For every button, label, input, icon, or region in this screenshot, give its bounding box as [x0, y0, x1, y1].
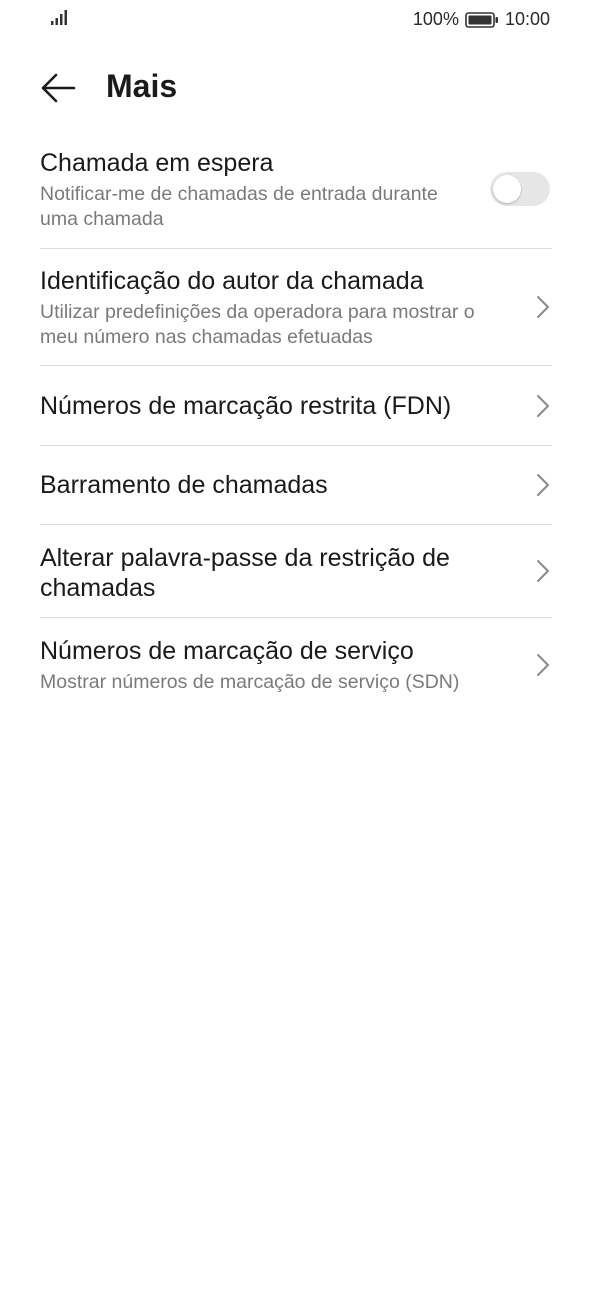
row-subtitle: Mostrar números de marcação de serviço (…: [40, 671, 460, 693]
clock: 10:00: [504, 9, 550, 29]
row-title: Números de marcação restrita (FDN): [40, 392, 452, 420]
row-subtitle: Notificar-me de chamadas de entrada dura…: [40, 183, 438, 230]
chevron-right-icon: [537, 474, 549, 496]
battery-percent: 100%: [412, 9, 459, 29]
settings-list: Chamada em espera Notificar-me de chamad…: [40, 130, 552, 711]
row-title: Chamada em espera: [40, 149, 274, 177]
signal-bars-icon: [51, 10, 67, 25]
toggle-knob: [493, 175, 521, 203]
chevron-right-icon: [537, 394, 549, 417]
row-subtitle: Utilizar predefinições da operadora para…: [40, 301, 475, 348]
chevron-right-icon: [537, 296, 549, 318]
sdn-row[interactable]: Números de marcação de serviço Mostrar n…: [40, 618, 552, 711]
battery-icon: [465, 11, 498, 28]
app-bar: Mais: [0, 60, 592, 116]
chevron-right-icon: [537, 560, 549, 582]
change-barring-password-row[interactable]: Alterar palavra-passe da restrição de ch…: [40, 525, 552, 618]
status-right: 100% 10:00: [413, 9, 550, 30]
status-bar: 100% 10:00: [0, 0, 592, 42]
page-title: Mais: [106, 68, 178, 104]
call-waiting-toggle[interactable]: [490, 172, 550, 206]
arrow-left-icon: [41, 73, 76, 103]
row-title: Identificação do autor da chamada: [40, 267, 424, 295]
call-barring-row[interactable]: Barramento de chamadas: [40, 446, 552, 525]
row-title: Barramento de chamadas: [40, 471, 328, 499]
row-title: Alterar palavra-passe da restrição de ch…: [40, 544, 450, 602]
call-waiting-row[interactable]: Chamada em espera Notificar-me de chamad…: [40, 130, 552, 249]
row-title: Números de marcação de serviço: [40, 637, 414, 665]
fdn-row[interactable]: Números de marcação restrita (FDN): [40, 366, 552, 446]
chevron-right-icon: [537, 653, 549, 676]
back-button[interactable]: [38, 70, 78, 106]
caller-id-row[interactable]: Identificação do autor da chamada Utiliz…: [40, 249, 552, 366]
